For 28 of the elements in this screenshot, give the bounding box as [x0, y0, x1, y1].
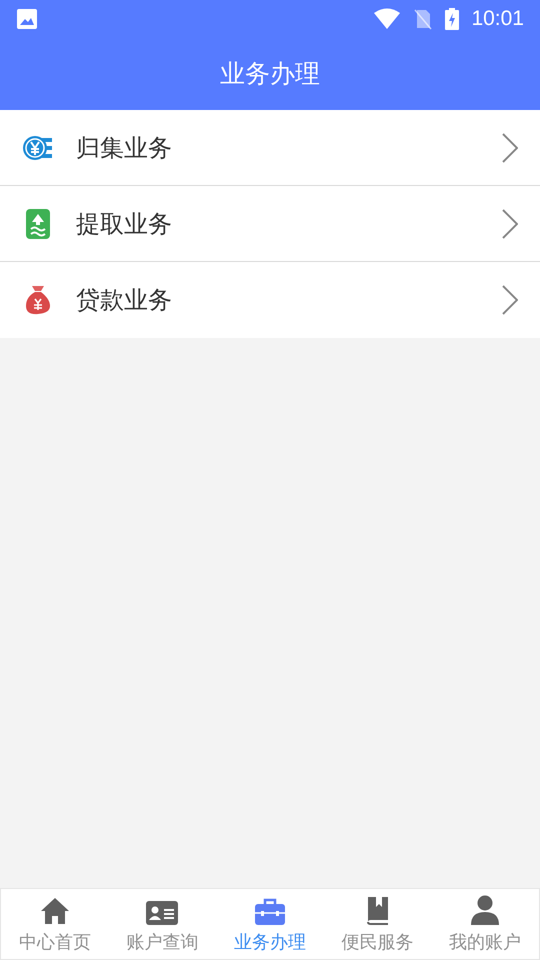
menu-item[interactable]: 提取业务 — [0, 186, 540, 262]
menu-label: 贷款业务 — [76, 285, 173, 316]
nav-tab[interactable]: 便民服务 — [324, 889, 432, 959]
user-icon — [470, 895, 500, 925]
id-card-icon — [146, 901, 178, 925]
chevron-right-icon — [502, 285, 518, 315]
menu-item[interactable]: 归集业务 — [0, 110, 540, 186]
withdraw-icon — [26, 208, 50, 238]
status-time: 10:01 — [471, 6, 524, 32]
no-sim-icon — [413, 8, 434, 30]
home-icon — [40, 897, 70, 925]
money-bag-icon — [26, 285, 50, 315]
nav-tab[interactable]: 我的账户 — [431, 889, 539, 959]
briefcase-icon — [254, 898, 285, 925]
nav-tab[interactable]: 账户查询 — [108, 889, 216, 959]
nav-tab[interactable]: 业务办理 — [216, 889, 324, 959]
coin-icon — [23, 134, 53, 160]
book-icon — [366, 896, 390, 925]
chevron-right-icon — [502, 208, 518, 238]
wifi-icon — [373, 8, 402, 30]
menu-item[interactable]: 贷款业务 — [0, 262, 540, 338]
battery-charging-icon — [445, 8, 460, 30]
image-icon — [16, 8, 38, 30]
menu-label: 提取业务 — [76, 208, 173, 240]
menu-label: 归集业务 — [76, 132, 173, 164]
nav-tab[interactable]: 中心首页 — [1, 889, 109, 959]
page-title: 业务办理 — [220, 58, 320, 90]
chevron-right-icon — [502, 132, 518, 162]
